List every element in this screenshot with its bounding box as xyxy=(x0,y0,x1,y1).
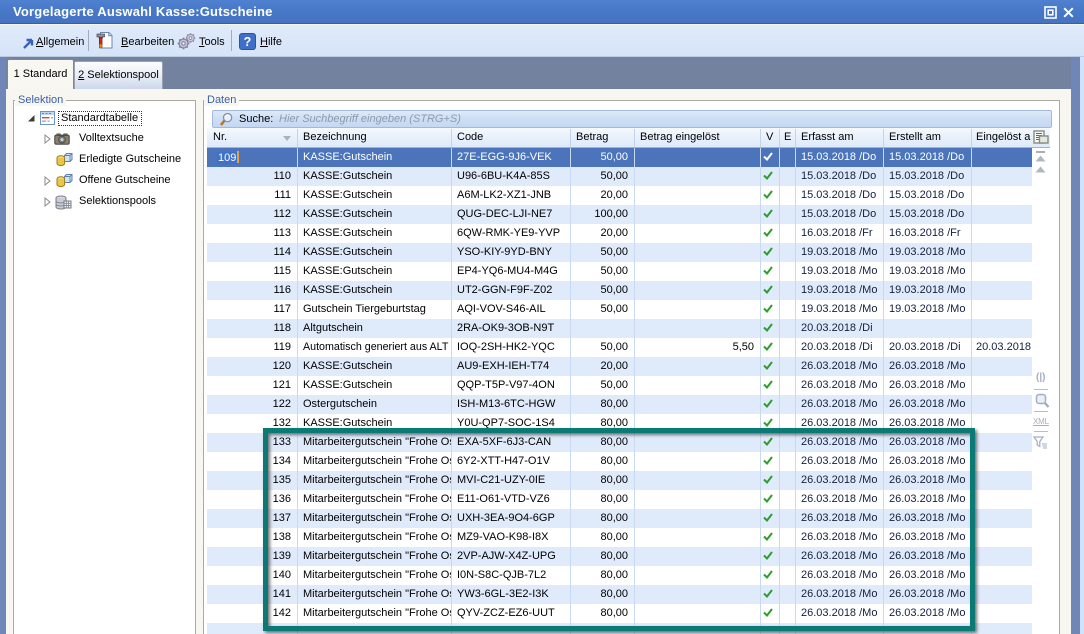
svg-text:?: ? xyxy=(244,35,252,49)
